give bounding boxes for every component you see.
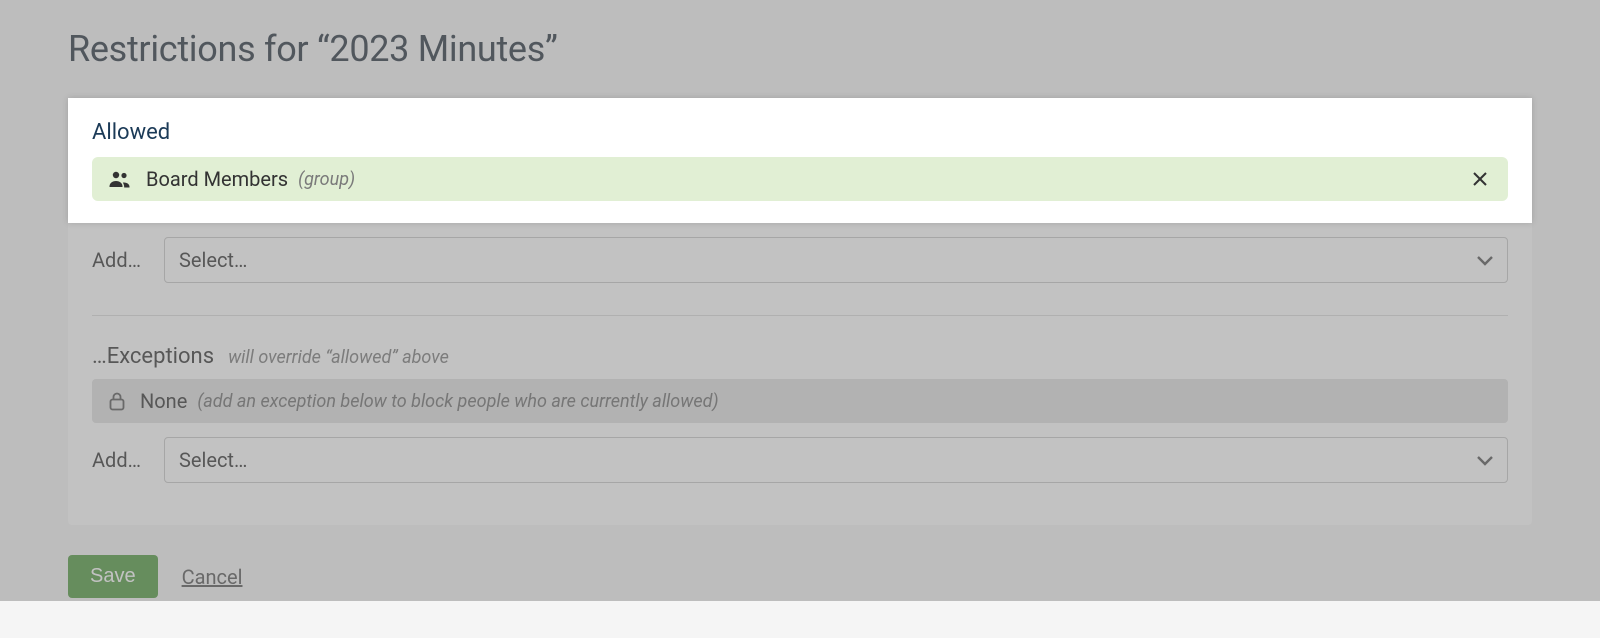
- exceptions-title: …Exceptions: [92, 344, 214, 369]
- exceptions-none-label: None: [140, 389, 187, 413]
- lock-icon: [108, 391, 126, 411]
- allowed-add-select-placeholder: Select…: [179, 248, 247, 272]
- restrictions-panel: Allowed Board Members (group): [68, 98, 1532, 525]
- allowed-section: Allowed Board Members (group): [68, 98, 1532, 223]
- exceptions-header: …Exceptions will override “allowed” abov…: [68, 344, 1532, 379]
- allowed-item-meta: (group): [298, 169, 355, 190]
- allowed-add-label: Add…: [92, 248, 164, 272]
- exceptions-add-select-placeholder: Select…: [179, 448, 247, 472]
- exceptions-subtitle: will override “allowed” above: [228, 347, 449, 368]
- remove-allowed-item-button[interactable]: [1468, 167, 1492, 191]
- allowed-label: Allowed: [92, 120, 1508, 145]
- allowed-item-name: Board Members: [146, 167, 288, 191]
- exceptions-add-label: Add…: [92, 448, 164, 472]
- group-icon: [108, 170, 132, 188]
- exceptions-add-row: Add… Select…: [68, 423, 1532, 497]
- page-title: Restrictions for “2023 Minutes”: [68, 28, 1532, 70]
- save-button[interactable]: Save: [68, 555, 158, 598]
- cancel-link[interactable]: Cancel: [182, 565, 243, 589]
- exceptions-none-hint: (add an exception below to block people …: [197, 391, 718, 412]
- allowed-add-row: Add… Select…: [68, 223, 1532, 297]
- allowed-add-select[interactable]: Select…: [164, 237, 1508, 283]
- exceptions-none-row: None (add an exception below to block pe…: [92, 379, 1508, 423]
- exceptions-add-select[interactable]: Select…: [164, 437, 1508, 483]
- section-divider: [92, 315, 1508, 316]
- form-actions: Save Cancel: [68, 525, 1532, 598]
- close-icon: [1472, 171, 1488, 187]
- allowed-item: Board Members (group): [92, 157, 1508, 201]
